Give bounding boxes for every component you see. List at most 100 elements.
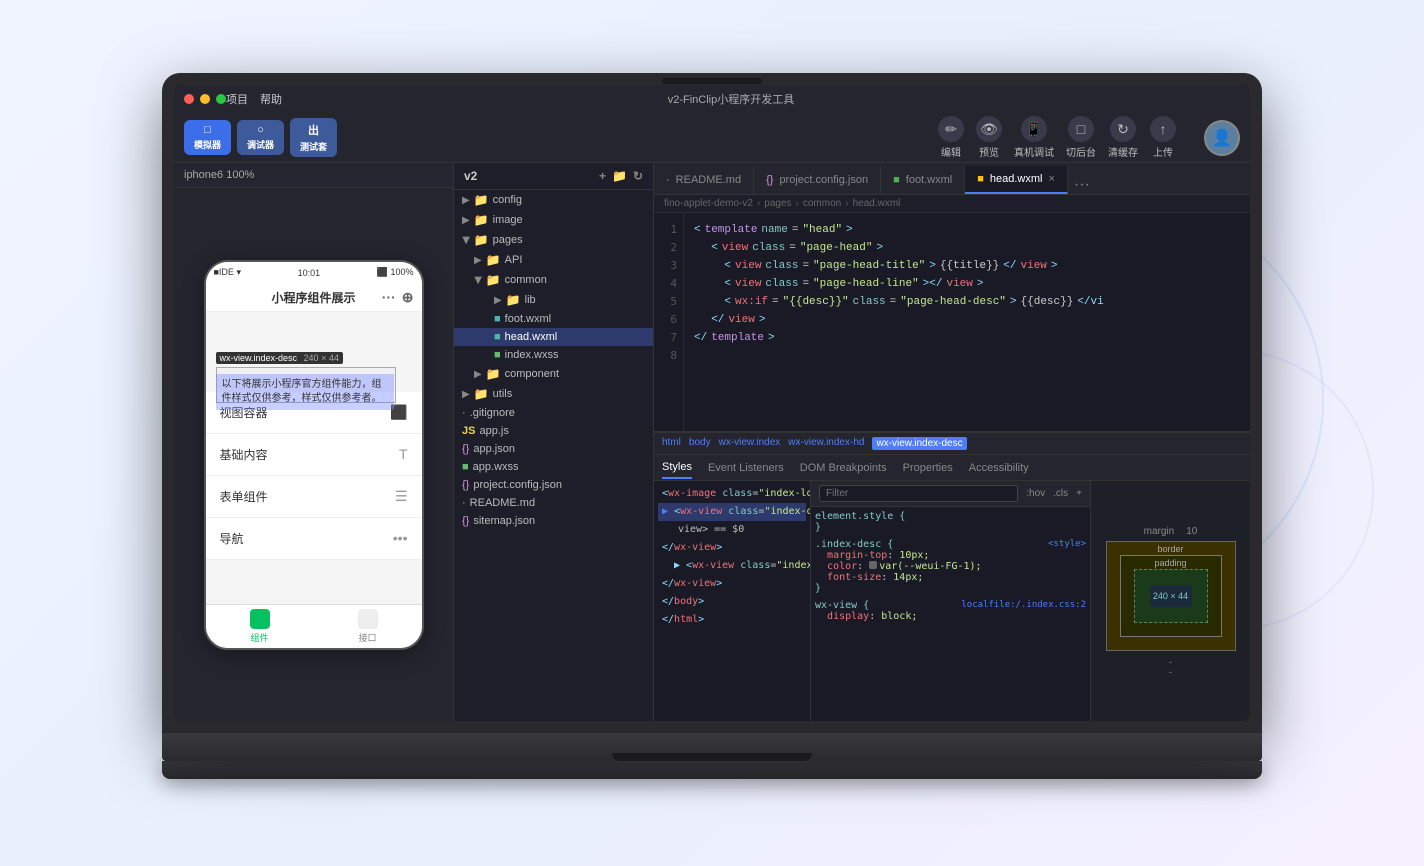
- tree-item-component[interactable]: ▶ 📁 component: [454, 364, 653, 384]
- tree-item-lib[interactable]: ▶ 📁 lib: [454, 290, 653, 310]
- phone-device: ■IDE ▾ 10:01 ⬛ 100% 小程序组件展示 ··· ⊕: [204, 260, 424, 650]
- upload-icon: ↑: [1150, 116, 1176, 142]
- devtools-panel: html body wx-view.index wx-view.index-hd…: [654, 431, 1250, 721]
- phone-tab-api[interactable]: 接口: [358, 609, 378, 644]
- code-line-8: [694, 347, 1240, 365]
- code-editor[interactable]: 1 2 3 4 5 6 7 8 <template name="head">: [654, 213, 1250, 431]
- box-model-labels: margin 10: [1144, 526, 1198, 537]
- tree-new-folder-icon[interactable]: 📁: [612, 169, 627, 183]
- project-config-tab-icon: {}: [766, 174, 773, 186]
- tree-label: sitemap.json: [473, 515, 535, 527]
- edit-icon: ✏: [938, 116, 964, 142]
- tree-item-index-wxss[interactable]: ■ index.wxss: [454, 346, 653, 364]
- tab-project-config[interactable]: {} project.config.json: [754, 166, 881, 194]
- clear-cache-icon: ↻: [1110, 116, 1136, 142]
- more-icon[interactable]: ···: [382, 289, 396, 306]
- json-icon: {}: [462, 479, 469, 491]
- tree-item-api[interactable]: ▶ 📁 API: [454, 250, 653, 270]
- tree-item-app-js[interactable]: JS app.js: [454, 422, 653, 440]
- tree-item-image[interactable]: ▶ 📁 image: [454, 210, 653, 230]
- hover-pseudo-icon[interactable]: :hov: [1026, 488, 1045, 499]
- tree-new-file-icon[interactable]: +: [599, 169, 606, 183]
- tree-item-gitignore[interactable]: · .gitignore: [454, 404, 653, 422]
- line-1: 1: [654, 221, 683, 239]
- tree-item-common[interactable]: ▶ 📁 common: [454, 270, 653, 290]
- menu-help[interactable]: 帮助: [260, 91, 282, 107]
- dom-tag-html[interactable]: html: [662, 437, 681, 450]
- arrow-icon: ▶: [462, 195, 470, 206]
- edit-action[interactable]: ✏ 编辑: [938, 116, 964, 159]
- api-tab-label: 接口: [358, 631, 376, 644]
- line-3: 3: [654, 257, 683, 275]
- debugger-btn[interactable]: ○ 调试器: [237, 120, 284, 155]
- tree-item-app-json[interactable]: {} app.json: [454, 440, 653, 458]
- style-rule-wx-view: wx-view { localfile:/.index.css:2 displa…: [815, 600, 1086, 622]
- tree-item-project-config[interactable]: {} project.config.json: [454, 476, 653, 494]
- tree-label: utils: [493, 388, 513, 400]
- close-button[interactable]: [184, 94, 194, 104]
- tree-item-utils[interactable]: ▶ 📁 utils: [454, 384, 653, 404]
- tree-refresh-icon[interactable]: ↻: [633, 169, 643, 183]
- minimize-button[interactable]: [200, 94, 210, 104]
- background-action[interactable]: □ 切后台: [1066, 116, 1096, 159]
- wxss-icon: ■: [494, 349, 501, 361]
- laptop-foot: [162, 761, 1262, 779]
- test-btn[interactable]: 出 测试套: [290, 118, 337, 157]
- plus-icon[interactable]: ⊕: [402, 289, 414, 306]
- tab-project-config-label: project.config.json: [779, 174, 868, 186]
- nav-item-form[interactable]: 表单组件 ☰: [206, 476, 422, 518]
- user-avatar[interactable]: 👤: [1204, 120, 1240, 156]
- phone-content: wx-view.index-desc 240 × 44 以下将展示小程序官方组件…: [206, 312, 422, 604]
- styles-tab[interactable]: Styles: [662, 457, 692, 479]
- editor-tabs: · README.md {} project.config.json ■ foo…: [654, 163, 1250, 195]
- properties-tab[interactable]: Properties: [903, 458, 953, 478]
- carrier-info: ■IDE ▾: [214, 267, 241, 278]
- tree-item-pages[interactable]: ▶ 📁 pages: [454, 230, 653, 250]
- device-debug-action[interactable]: 📱 真机调试: [1014, 116, 1054, 159]
- tab-readme[interactable]: · README.md: [654, 166, 754, 194]
- dom-tag-wx-view-index[interactable]: wx-view.index: [719, 437, 781, 450]
- clear-cache-action[interactable]: ↻ 清缓存: [1108, 116, 1138, 159]
- add-style-icon[interactable]: +: [1076, 488, 1082, 499]
- tree-item-config[interactable]: ▶ 📁 config: [454, 190, 653, 210]
- dom-breakpoints-tab[interactable]: DOM Breakpoints: [800, 458, 887, 478]
- dom-line-3: </wx-view>: [658, 539, 806, 557]
- tab-head-wxml[interactable]: ■ head.wxml ×: [965, 166, 1068, 194]
- nav-item-basic-content[interactable]: 基础内容 T: [206, 434, 422, 476]
- breadcrumb-sep-3: ›: [845, 198, 848, 209]
- dom-tag-wx-view-index-desc[interactable]: wx-view.index-desc: [872, 437, 966, 450]
- tab-more-button[interactable]: ···: [1068, 176, 1096, 194]
- tree-item-foot-wxml[interactable]: ■ foot.wxml: [454, 310, 653, 328]
- menu-project[interactable]: 项目: [226, 91, 248, 107]
- tree-item-app-wxss[interactable]: ■ app.wxss: [454, 458, 653, 476]
- tree-label: .gitignore: [470, 407, 515, 419]
- tab-close-icon[interactable]: ×: [1048, 173, 1054, 185]
- nav-icon-form: ☰: [395, 488, 408, 505]
- phone-tab-components[interactable]: 组件: [250, 609, 270, 644]
- accessibility-tab[interactable]: Accessibility: [969, 458, 1029, 478]
- dom-tag-body[interactable]: body: [689, 437, 711, 450]
- preview-action[interactable]: 👁 预览: [976, 116, 1002, 159]
- wxss-icon: ■: [462, 461, 469, 473]
- box-model: margin 10 border padding: [1090, 481, 1250, 721]
- nav-item-navigation[interactable]: 导航 •••: [206, 518, 422, 560]
- selected-text: 以下将展示小程序官方组件能力，组件样式仅供参考，样式仅供参考者。: [216, 374, 394, 410]
- simulator-btn[interactable]: □ 模拟器: [184, 120, 231, 155]
- breadcrumb-pages: pages: [764, 198, 791, 209]
- tree-item-head-wxml[interactable]: ■ head.wxml: [454, 328, 653, 346]
- tab-foot-wxml[interactable]: ■ foot.wxml: [881, 166, 965, 194]
- class-toggle-icon[interactable]: .cls: [1053, 488, 1068, 499]
- tab-head-label: head.wxml: [990, 173, 1043, 185]
- upload-action[interactable]: ↑ 上传: [1150, 116, 1176, 159]
- tree-item-sitemap[interactable]: {} sitemap.json: [454, 512, 653, 530]
- dom-tag-wx-view-index-hd[interactable]: wx-view.index-hd: [788, 437, 864, 450]
- styles-filter-input[interactable]: [819, 485, 1018, 502]
- code-text[interactable]: <template name="head"> <view class="page…: [684, 213, 1250, 431]
- battery: ⬛ 100%: [377, 267, 414, 278]
- tree-label: README.md: [470, 497, 535, 509]
- event-listeners-tab[interactable]: Event Listeners: [708, 458, 784, 478]
- tree-item-readme[interactable]: · README.md: [454, 494, 653, 512]
- maximize-button[interactable]: [216, 94, 226, 104]
- app-title: v2-FinClip小程序开发工具: [282, 91, 1180, 107]
- styles-panel: :hov .cls + element.style { }: [810, 481, 1090, 721]
